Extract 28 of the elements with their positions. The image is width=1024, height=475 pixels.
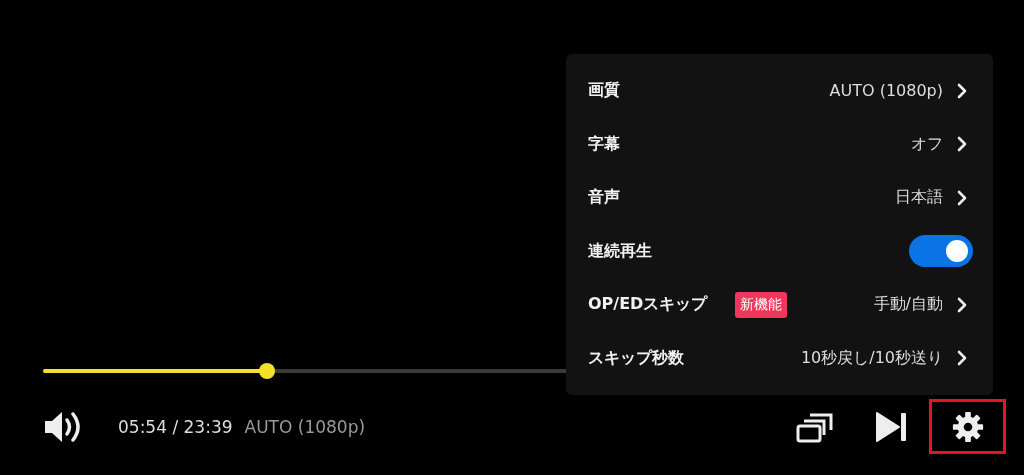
playback-time: 05:54 / 23:39 [118, 416, 233, 437]
menu-item-value: 10秒戻し/10秒送り [800, 347, 943, 369]
menu-item-label: OP/EDスキップ [588, 294, 708, 316]
menu-item-label: 画質 [588, 80, 620, 102]
menu-item-label: 字幕 [588, 133, 620, 155]
menu-item-value: オフ [911, 133, 943, 155]
menu-item[interactable]: 画質 AUTO (1080p) [588, 64, 973, 118]
chevron-icon [957, 189, 967, 206]
settings-icon [950, 409, 985, 444]
settings-button[interactable] [929, 399, 1006, 454]
chevron-icon [957, 82, 967, 99]
menu-item[interactable]: スキップ秒数 10秒戻し/10秒送り [588, 331, 973, 385]
menu-item[interactable]: OP/EDスキップ 新機能 手動/自動 [588, 278, 973, 332]
chevron-icon [957, 350, 967, 367]
menu-item-value: 日本語 [895, 187, 943, 209]
toggle-switch[interactable] [909, 235, 973, 268]
menu-item-label: 連続再生 [588, 240, 652, 262]
menu-item-label: スキップ秒数 [588, 347, 684, 369]
menu-item-value: AUTO (1080p) [829, 81, 943, 101]
menu-item[interactable]: 字幕 オフ [588, 117, 973, 171]
quality-label: AUTO (1080p) [244, 416, 366, 437]
chevron-icon [957, 136, 967, 153]
new-badge: 新機能 [735, 291, 788, 318]
menu-item-label: 音声 [588, 187, 620, 209]
menu-item[interactable]: 音声 日本語 [588, 171, 973, 225]
progress-thumb[interactable] [258, 363, 275, 379]
menu-item-value: 手動/自動 [873, 294, 943, 316]
chevron-icon [957, 296, 967, 313]
